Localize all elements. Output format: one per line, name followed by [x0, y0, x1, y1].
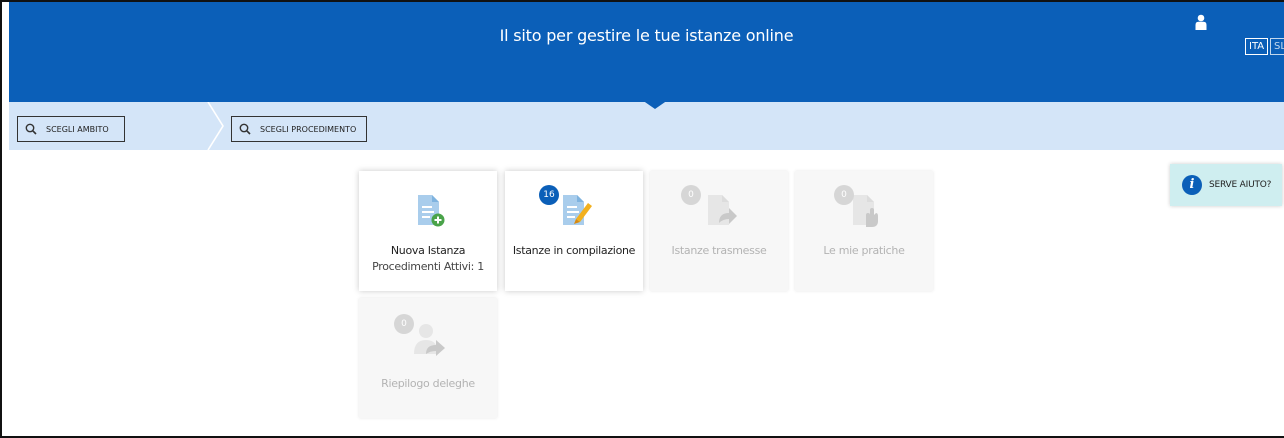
site-header: Il sito per gestire le tue istanze onlin…	[9, 2, 1284, 102]
page-title: Il sito per gestire le tue istanze onlin…	[499, 26, 794, 45]
new-document-icon	[418, 195, 445, 227]
tile-label: Riepilogo deleghe	[381, 377, 475, 390]
tile-label: Istanze in compilazione	[512, 244, 636, 257]
tile-badge: 16	[539, 185, 559, 205]
tile-badge: 0	[834, 185, 854, 205]
tile-badge: 0	[394, 314, 414, 334]
search-icon	[239, 123, 251, 135]
tile-sublabel: Procedimenti Attivi: 1	[372, 260, 484, 273]
tile-delegations[interactable]: 0 Riepilogo deleghe	[359, 298, 497, 418]
choose-scope-button[interactable]: SCEGLI AMBITO	[17, 116, 125, 142]
breadcrumb: SCEGLI AMBITO SCEGLI PROCEDIMENTO	[9, 102, 1284, 150]
tile-drafts[interactable]: 16 Istanze in compilazione	[505, 171, 643, 291]
tile-badge: 0	[681, 185, 701, 205]
delegate-icon	[414, 324, 445, 356]
choose-scope-label: SCEGLI AMBITO	[46, 124, 109, 134]
user-icon[interactable]	[1195, 14, 1207, 30]
tile-my-files[interactable]: 0 Le mie pratiche	[795, 171, 933, 291]
help-button[interactable]: i SERVE AIUTO?	[1170, 164, 1282, 206]
choose-procedure-button[interactable]: SCEGLI PROCEDIMENTO	[231, 116, 367, 142]
send-document-icon	[708, 195, 737, 225]
tile-submitted[interactable]: 0 Istanze trasmesse	[650, 171, 788, 291]
language-slo-button[interactable]: SLO	[1270, 38, 1284, 55]
choose-procedure-label: SCEGLI PROCEDIMENTO	[260, 124, 357, 134]
info-icon: i	[1182, 175, 1202, 195]
language-ita-button[interactable]: ITA	[1245, 38, 1269, 55]
chevron-right-icon	[207, 102, 224, 150]
tile-new-application[interactable]: Nuova Istanza Procedimenti Attivi: 1	[359, 171, 497, 291]
search-icon	[25, 123, 37, 135]
tile-label: Istanze trasmesse	[671, 244, 767, 257]
tile-label: Nuova Istanza	[390, 244, 466, 257]
tile-label: Le mie pratiche	[823, 244, 905, 257]
help-label: SERVE AIUTO?	[1209, 180, 1272, 190]
edit-document-icon	[563, 195, 592, 225]
header-pointer	[642, 100, 668, 109]
